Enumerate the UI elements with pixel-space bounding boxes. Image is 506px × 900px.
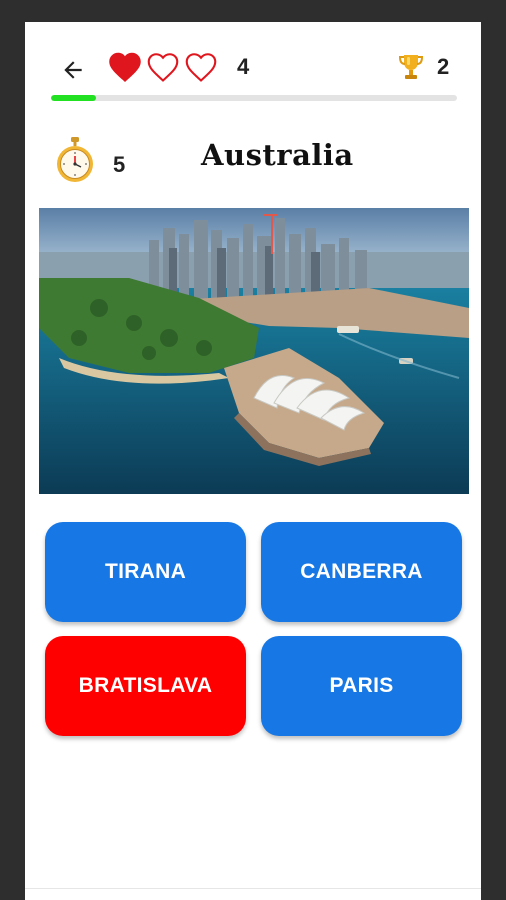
bottom-divider xyxy=(25,888,481,889)
progress-fill xyxy=(51,95,96,101)
arrow-left-icon xyxy=(64,61,82,79)
lives-indicator xyxy=(107,50,219,84)
answer-button-bratislava[interactable]: BRATISLAVA xyxy=(45,636,246,736)
answer-grid: TIRANA CANBERRA BRATISLAVA PARIS xyxy=(45,522,463,736)
stopwatch-icon xyxy=(57,137,93,182)
score-value: 4 xyxy=(237,54,250,79)
answer-button-tirana[interactable]: TIRANA xyxy=(45,522,246,622)
progress-bar xyxy=(51,95,457,101)
trophy-icon xyxy=(398,55,424,79)
quiz-screen: 4 2 5 Australia TIRANA CANBERRA BRATISLA… xyxy=(25,22,481,900)
back-button[interactable] xyxy=(55,52,91,88)
trophy-count: 2 xyxy=(437,54,450,79)
answer-button-paris[interactable]: PARIS xyxy=(261,636,462,736)
country-name: Australia xyxy=(201,138,354,172)
heart-outline-icon xyxy=(147,53,179,82)
answer-button-canberra[interactable]: CANBERRA xyxy=(261,522,462,622)
sydney-opera-house-photo xyxy=(39,208,469,494)
timer-value: 5 xyxy=(113,152,126,177)
heart-filled-icon xyxy=(109,52,141,82)
heart-outline-icon xyxy=(185,53,217,82)
